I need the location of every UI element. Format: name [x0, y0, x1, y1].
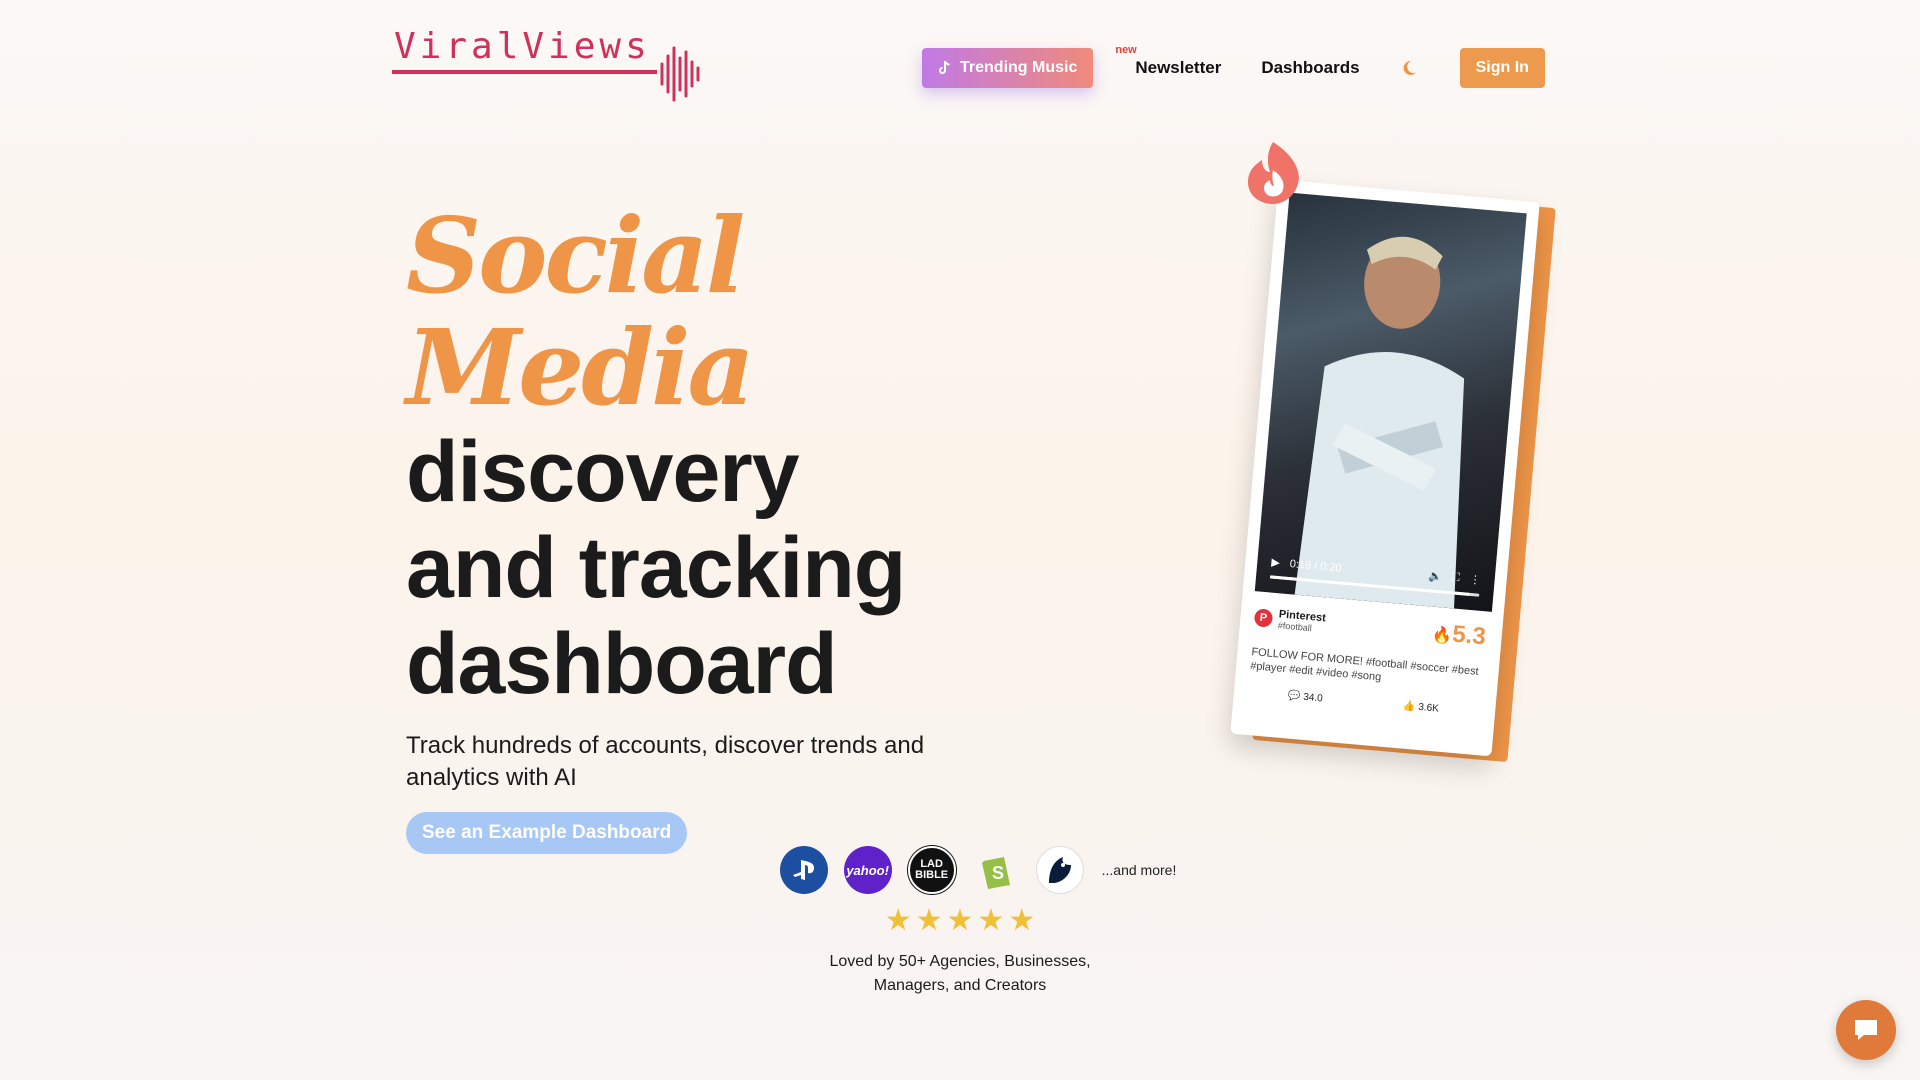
comments-count: 34.0	[1302, 691, 1324, 705]
trending-music-button[interactable]: Trending Music	[922, 48, 1094, 88]
nav-dashboards[interactable]: Dashboards	[1261, 58, 1359, 78]
hero-subtitle-start: Track hundreds of accounts, discover	[406, 732, 811, 759]
video-card-preview: ▶ 0:19 / 0:20 🔈 ⛶ ⋮ P Pinterest #footbal…	[1230, 140, 1556, 763]
volume-icon[interactable]: 🔈	[1428, 569, 1443, 583]
nav-newsletter-label: Newsletter	[1135, 58, 1222, 77]
loved-by-text: Loved by 50+ Agencies, Businesses, Manag…	[810, 950, 1110, 998]
video-stats: 💬 34.0 👍 3.6K	[1247, 687, 1479, 718]
page: ViralViews Trending Music new Newsletter…	[0, 0, 1920, 1080]
hero-line-1: discovery	[406, 424, 800, 520]
sign-in-button[interactable]: Sign In	[1459, 48, 1545, 88]
svg-text:S: S	[992, 863, 1004, 883]
trending-flame-icon	[1248, 142, 1299, 204]
likes-stat: 👍 3.6K	[1403, 701, 1440, 715]
client-logos: yahoo! LAD BIBLE S ...and more!	[779, 846, 1177, 894]
flame-icon: 🔥	[1431, 626, 1453, 646]
play-icon[interactable]: ▶	[1271, 555, 1281, 569]
trending-music-label: Trending Music	[960, 59, 1078, 76]
thumbs-up-icon: 👍	[1402, 700, 1417, 713]
sound-wave-icon	[660, 46, 700, 102]
shopify-logo-icon: S	[972, 846, 1020, 894]
viral-score: 🔥5.3	[1431, 619, 1487, 652]
more-clients-text: ...and more!	[1101, 862, 1177, 878]
hero-script-title: Social Media	[406, 194, 755, 429]
comment-icon: 💬	[1287, 690, 1302, 703]
hero-subtitle-highlight: trends	[810, 732, 878, 759]
video-card[interactable]: ▶ 0:19 / 0:20 🔈 ⛶ ⋮ P Pinterest #footbal…	[1230, 179, 1540, 757]
moon-icon[interactable]	[1400, 59, 1418, 77]
card-meta: P Pinterest #football 🔥5.3 FOLLOW FOR MO…	[1247, 603, 1487, 718]
star-icon: ★	[946, 904, 974, 937]
team-liquid-logo-icon	[1035, 846, 1084, 894]
player-figure	[1294, 236, 1465, 609]
star-icon: ★	[884, 904, 912, 937]
tiktok-icon	[939, 60, 950, 74]
pinterest-icon: P	[1253, 608, 1274, 628]
new-badge: new	[1115, 44, 1137, 56]
yahoo-logo: yahoo!	[843, 846, 892, 894]
comments-stat: 💬 34.0	[1288, 690, 1324, 704]
logo[interactable]: ViralViews	[392, 28, 701, 102]
hero-line-3: dashboard	[406, 616, 838, 712]
video-description: FOLLOW FOR MORE! #football #soccer #best…	[1249, 646, 1480, 684]
chat-bubble-icon	[1855, 1020, 1877, 1040]
fullscreen-icon[interactable]: ⛶	[1451, 571, 1461, 585]
rating-stars: ★ ★ ★ ★ ★	[885, 906, 1036, 936]
social-proof: yahoo! LAD BIBLE S ...and more! ★ ★ ★ ★ ★ Lo…	[0, 846, 1920, 998]
chat-widget-button[interactable]	[1836, 1000, 1896, 1060]
hero-subtitle: Track hundreds of accounts, discover tre…	[406, 730, 946, 794]
logo-text: ViralViews	[392, 28, 657, 74]
viral-score-value: 5.3	[1451, 620, 1487, 651]
nav-newsletter[interactable]: new Newsletter	[1115, 44, 1222, 78]
likes-count: 3.6K	[1417, 701, 1440, 715]
playstation-logo-icon	[779, 846, 828, 894]
loved-by-line-2: Managers, and Creators	[873, 977, 1047, 994]
star-icon: ★	[915, 904, 943, 937]
top-nav: Trending Music new Newsletter Dashboards…	[922, 44, 1545, 88]
ladbible-logo: LAD BIBLE	[907, 846, 956, 894]
star-icon: ★	[977, 904, 1005, 937]
video-player[interactable]: ▶ 0:19 / 0:20 🔈 ⛶ ⋮	[1254, 192, 1527, 612]
hero-line-2: and tracking	[406, 520, 906, 616]
star-icon: ★	[1008, 904, 1036, 937]
more-options-icon[interactable]: ⋮	[1469, 573, 1481, 587]
loved-by-line-1: Loved by 50+ Agencies, Businesses,	[829, 953, 1091, 970]
platform-info: P Pinterest #football	[1253, 606, 1326, 634]
hero: Social Media discovery and tracking dash…	[406, 200, 1006, 854]
